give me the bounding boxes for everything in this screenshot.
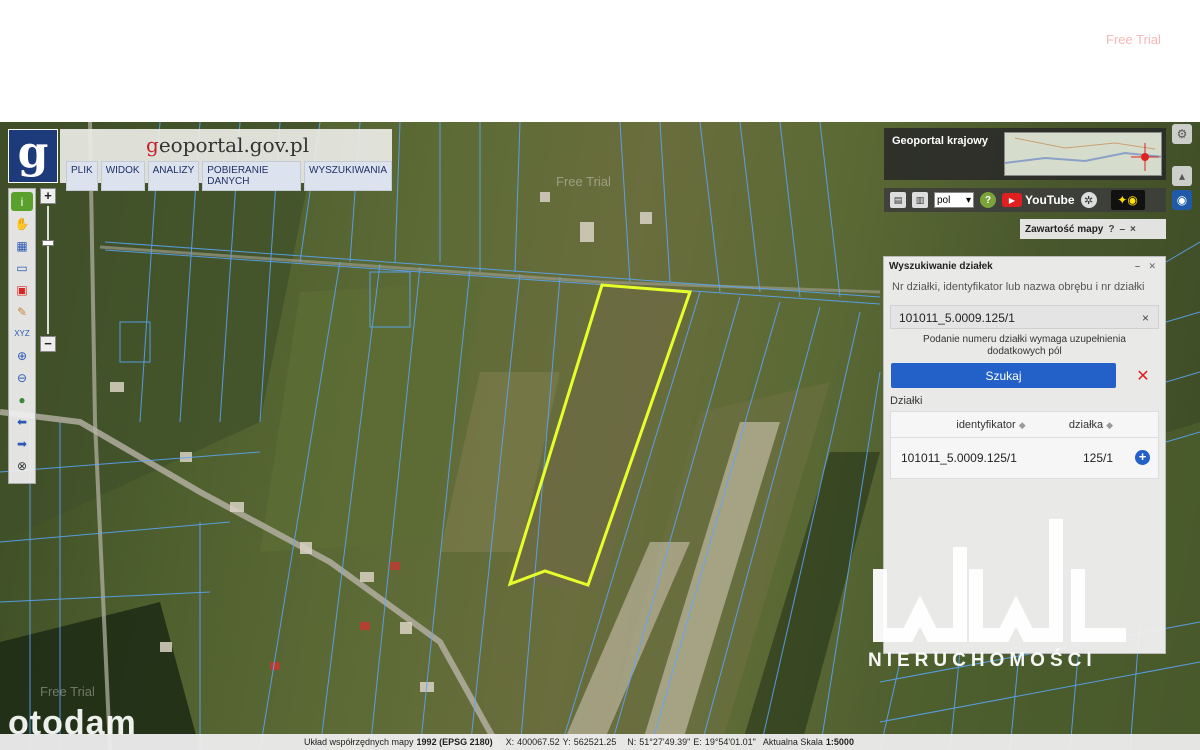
status-bar: Układ współrzędnych mapy 1992 (EPSG 2180… bbox=[0, 734, 1200, 750]
longitude: 19°54'01.01" bbox=[704, 737, 756, 747]
eye-icon[interactable]: ◉ bbox=[1172, 190, 1192, 210]
menu-analizy[interactable]: ANALIZY bbox=[147, 161, 200, 191]
globe-icon[interactable]: ● bbox=[11, 390, 33, 409]
help-icon[interactable]: ? bbox=[980, 192, 996, 208]
search-hint: Podanie numeru działki wymaga uzupełnien… bbox=[923, 334, 1126, 357]
map-content-minimize-button[interactable]: – bbox=[1119, 224, 1125, 235]
panel-header: Wyszukiwanie działek – ✕ bbox=[889, 261, 1159, 272]
search-prompt: Nr działki, identyfikator lub nazwa obrę… bbox=[892, 281, 1145, 293]
latitude: 51°27'49.39" bbox=[639, 737, 691, 747]
free-trial-watermark-map-bottom: Free Trial bbox=[40, 684, 95, 699]
main-menu: PLIK WIDOK ANALIZY POBIERANIE DANYCH WYS… bbox=[66, 161, 392, 191]
table-header: identyfikator ◆ działka ◆ bbox=[891, 412, 1158, 438]
map-scale: 1:5000 bbox=[825, 737, 854, 747]
search-actions: Szukaj ✕ bbox=[884, 363, 1165, 389]
youtube-link[interactable]: ▶ YouTube bbox=[1002, 193, 1075, 207]
menu-pobieranie-danych[interactable]: POBIERANIE DANYCH bbox=[202, 161, 302, 191]
cancel-icon[interactable]: ✕ bbox=[1132, 366, 1154, 386]
language-select[interactable]: pol ▾ bbox=[934, 192, 974, 208]
select-area-icon[interactable]: ▭ bbox=[11, 258, 33, 277]
map-content-tab[interactable]: Zawartość mapy ? – × bbox=[1020, 219, 1166, 239]
sort-icon: ◆ bbox=[1106, 419, 1114, 430]
free-trial-watermark-top: Free Trial bbox=[1106, 32, 1161, 47]
zoom-plus-button[interactable]: + bbox=[40, 188, 56, 204]
add-plus-icon[interactable]: + bbox=[1135, 450, 1150, 465]
map-view[interactable]: Free Trial Free Trial geoportal.gov.pl P… bbox=[0, 122, 1200, 750]
table-row[interactable]: 101011_5.0009.125/1 125/1 + bbox=[891, 438, 1158, 478]
chevron-down-icon: ▾ bbox=[965, 194, 971, 206]
zoom-in-icon[interactable]: ⊕ bbox=[11, 346, 33, 365]
column-identyfikator[interactable]: identyfikator ◆ bbox=[891, 419, 1051, 431]
print-icon[interactable]: ▤ bbox=[890, 192, 906, 208]
row-identyfikator: 101011_5.0009.125/1 bbox=[901, 451, 1017, 465]
toolstrip: ▤ ▥ pol ▾ ? ▶ YouTube ✲ ✦◉ bbox=[884, 188, 1166, 212]
wwl-subtitle-watermark: NIERUCHOMOŚCI bbox=[868, 650, 1097, 671]
crosshair-icon[interactable]: ⊗ bbox=[11, 456, 33, 475]
side-icons: ⚙ ▴ ◉ bbox=[1172, 124, 1194, 214]
geoportal-brand: geoportal.gov.pl PLIK WIDOK ANALIZY POBI… bbox=[60, 129, 392, 191]
zoom-track[interactable] bbox=[47, 206, 49, 334]
parcel-search-input[interactable]: 101011_5.0009.125/1 × bbox=[890, 305, 1159, 329]
zoom-handle[interactable] bbox=[42, 240, 54, 246]
zoom-slider[interactable]: + − bbox=[40, 188, 56, 352]
table-icon[interactable]: ▦ bbox=[11, 236, 33, 255]
map-content-close-button[interactable]: × bbox=[1130, 224, 1136, 235]
zoom-out-icon[interactable]: ⊖ bbox=[11, 368, 33, 387]
results-label: Działki bbox=[890, 395, 923, 407]
measure-icon[interactable]: ✎ bbox=[11, 302, 33, 321]
back-arrow-icon[interactable]: ⬅ bbox=[11, 412, 33, 431]
wwl-logo-watermark bbox=[873, 519, 1126, 642]
map-content-help-button[interactable]: ? bbox=[1108, 224, 1114, 235]
row-dzialka: 125/1 bbox=[1082, 451, 1114, 465]
page: Free Trial Free Trial Free Trial geoport… bbox=[0, 0, 1200, 750]
layers-icon[interactable]: ▴ bbox=[1172, 166, 1192, 186]
high-contrast-icon[interactable]: ✦◉ bbox=[1110, 190, 1145, 210]
zoom-minus-button[interactable]: − bbox=[40, 336, 56, 352]
column-dzialka[interactable]: działka ◆ bbox=[1051, 419, 1131, 431]
overview-map-panel: Geoportal krajowy bbox=[884, 128, 1166, 180]
forward-arrow-icon[interactable]: ➡ bbox=[11, 434, 33, 453]
x-coordinate: 400067.52 bbox=[517, 737, 560, 747]
wms-icon[interactable]: ▥ bbox=[912, 192, 928, 208]
identify-icon[interactable]: ▣ bbox=[11, 280, 33, 299]
panel-window-controls[interactable]: – ✕ bbox=[1135, 261, 1159, 272]
clear-input-icon[interactable]: × bbox=[1142, 311, 1149, 325]
search-button[interactable]: Szukaj bbox=[891, 363, 1116, 388]
overview-map-graphic bbox=[1005, 133, 1161, 175]
info-tool-icon[interactable]: i bbox=[11, 192, 33, 211]
menu-wyszukiwania[interactable]: WYSZUKIWANIA bbox=[304, 161, 392, 191]
y-coordinate: 562521.25 bbox=[573, 737, 617, 747]
pan-hand-icon[interactable]: ✋ bbox=[11, 214, 33, 233]
accessibility-icon[interactable]: ✲ bbox=[1080, 192, 1097, 208]
free-trial-watermark-map: Free Trial bbox=[556, 174, 611, 189]
settings-gear-icon[interactable]: ⚙ bbox=[1172, 124, 1192, 144]
menu-widok[interactable]: WIDOK bbox=[100, 161, 145, 191]
youtube-play-icon: ▶ bbox=[1002, 193, 1022, 207]
sort-icon: ◆ bbox=[1018, 419, 1026, 430]
xyz-icon[interactable]: XYZ bbox=[11, 324, 33, 343]
geoportal-logo[interactable]: g bbox=[8, 129, 58, 183]
menu-plik[interactable]: PLIK bbox=[66, 161, 98, 191]
map-toolbar: i ✋ ▦ ▭ ▣ ✎ XYZ ⊕ ⊖ ● ⬅ ➡ ⊗ bbox=[8, 188, 36, 484]
overview-map-label: Geoportal krajowy bbox=[892, 135, 988, 147]
overview-map[interactable] bbox=[1004, 132, 1162, 176]
site-title[interactable]: geoportal.gov.pl bbox=[146, 133, 309, 157]
results-table: identyfikator ◆ działka ◆ 101011_5.0009.12… bbox=[890, 411, 1159, 479]
